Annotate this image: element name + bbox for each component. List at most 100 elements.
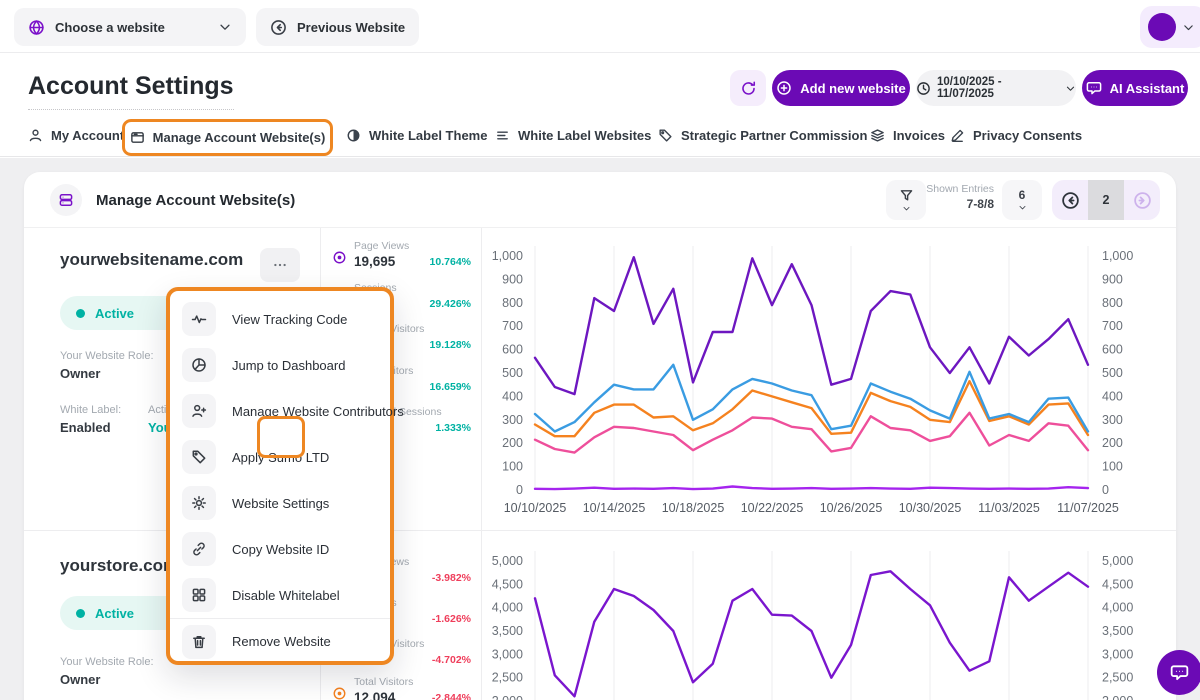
svg-text:4,000: 4,000 xyxy=(492,601,523,615)
next-page-button[interactable] xyxy=(1124,180,1160,220)
target-icon xyxy=(332,250,347,265)
menu-item-label: Copy Website ID xyxy=(232,542,329,557)
svg-text:10/22/2025: 10/22/2025 xyxy=(741,501,804,515)
svg-text:3,500: 3,500 xyxy=(492,624,523,638)
tab-label: Strategic Partner Commission xyxy=(681,128,867,143)
svg-text:4,000: 4,000 xyxy=(1102,601,1133,615)
svg-text:0: 0 xyxy=(516,483,523,497)
previous-website-label: Previous Website xyxy=(297,20,405,35)
pie-icon xyxy=(182,348,216,382)
svg-text:200: 200 xyxy=(502,436,523,450)
shown-entries-label: Shown Entries xyxy=(904,183,994,195)
svg-text:200: 200 xyxy=(1102,436,1123,450)
stat-value: 19,695 xyxy=(354,254,395,269)
refresh-icon xyxy=(740,80,757,97)
chat-fab-button[interactable] xyxy=(1157,650,1200,695)
svg-text:1,000: 1,000 xyxy=(1102,249,1133,263)
person-icon xyxy=(28,128,43,143)
choose-website-label: Choose a website xyxy=(55,20,165,35)
tab-my-account[interactable]: My Account xyxy=(28,128,124,143)
tab-privacy-consents[interactable]: Privacy Consents xyxy=(950,128,1082,143)
refresh-button[interactable] xyxy=(730,70,766,106)
ai-assistant-button[interactable]: AI Assistant xyxy=(1082,70,1188,106)
tab-label: White Label Websites xyxy=(518,128,651,143)
layers-icon xyxy=(870,128,885,143)
page-size-value: 6 xyxy=(1019,188,1026,202)
stat-percent: 1.333% xyxy=(435,422,471,434)
chevron-down-icon xyxy=(218,20,232,34)
plus-circle-icon xyxy=(776,80,792,96)
page-title: Account Settings xyxy=(28,72,234,110)
menu-item-apply-sumo-ltd[interactable]: Apply Sumo LTD xyxy=(170,434,390,480)
tab-white-label-theme[interactable]: White Label Theme xyxy=(346,128,487,143)
lines-icon xyxy=(495,128,510,143)
role-label: Your Website Role: xyxy=(60,656,154,668)
stat-percent: -3.982% xyxy=(432,572,471,584)
menu-item-remove-website[interactable]: Remove Website xyxy=(170,618,390,664)
person-plus-icon xyxy=(182,394,216,428)
svg-text:800: 800 xyxy=(502,296,523,310)
svg-text:300: 300 xyxy=(1102,413,1123,427)
add-new-website-label: Add new website xyxy=(800,81,905,96)
svg-text:3,000: 3,000 xyxy=(492,647,523,661)
chevron-down-icon xyxy=(1065,83,1076,94)
pulse-icon xyxy=(182,302,216,336)
svg-text:5,000: 5,000 xyxy=(1102,554,1133,568)
svg-text:700: 700 xyxy=(1102,319,1123,333)
grid-icon xyxy=(182,578,216,612)
menu-item-label: Apply Sumo LTD xyxy=(232,450,329,465)
website-actions-button[interactable] xyxy=(260,248,300,282)
status-label: Active xyxy=(95,306,134,321)
svg-text:10/30/2025: 10/30/2025 xyxy=(899,501,962,515)
choose-website-dropdown[interactable]: Choose a website xyxy=(14,8,246,46)
menu-item-copy-website-id[interactable]: Copy Website ID xyxy=(170,526,390,572)
menu-item-website-settings[interactable]: Website Settings xyxy=(170,480,390,526)
app-screen: Choose a website Previous Website Accoun… xyxy=(0,0,1200,700)
menu-item-view-tracking-code[interactable]: View Tracking Code xyxy=(170,296,390,342)
date-range-picker[interactable]: 10/10/2025 - 11/07/2025 xyxy=(916,70,1076,106)
svg-text:5,000: 5,000 xyxy=(492,554,523,568)
svg-text:2,500: 2,500 xyxy=(1102,671,1133,685)
add-new-website-button[interactable]: Add new website xyxy=(772,70,910,106)
svg-text:400: 400 xyxy=(502,389,523,403)
svg-text:10/18/2025: 10/18/2025 xyxy=(662,501,725,515)
arrow-right-circle-icon xyxy=(1133,191,1152,210)
stat-percent: -2.844% xyxy=(432,692,471,700)
svg-text:2,000: 2,000 xyxy=(1102,694,1133,700)
svg-text:11/03/2025: 11/03/2025 xyxy=(978,501,1040,515)
svg-text:2,500: 2,500 xyxy=(492,671,523,685)
menu-item-manage-website-contributors[interactable]: Manage Website Contributors xyxy=(170,388,390,434)
gear-icon xyxy=(182,486,216,520)
user-menu[interactable] xyxy=(1140,6,1200,48)
stat-percent: 10.764% xyxy=(430,256,471,268)
menu-item-jump-to-dashboard[interactable]: Jump to Dashboard xyxy=(170,342,390,388)
tag-icon xyxy=(182,440,216,474)
svg-text:4,500: 4,500 xyxy=(492,577,523,591)
tab-label: White Label Theme xyxy=(369,128,487,143)
svg-text:600: 600 xyxy=(1102,343,1123,357)
tab-manage-account-websites[interactable]: Manage Account Website(s) xyxy=(122,119,333,156)
white-label-label: White Label: xyxy=(60,404,121,416)
tab-label: Invoices xyxy=(893,128,945,143)
page-size-select[interactable]: 6 xyxy=(1002,180,1042,220)
stat-percent: 19.128% xyxy=(430,339,471,351)
role-label: Your Website Role: xyxy=(60,350,154,362)
menu-item-disable-whitelabel[interactable]: Disable Whitelabel xyxy=(170,572,390,618)
tab-invoices[interactable]: Invoices xyxy=(870,128,945,143)
panel-title: Manage Account Website(s) xyxy=(96,192,295,209)
stat-percent: -4.702% xyxy=(432,654,471,666)
svg-text:100: 100 xyxy=(502,460,523,474)
link-icon xyxy=(182,532,216,566)
tab-white-label-websites[interactable]: White Label Websites xyxy=(495,128,651,143)
prev-page-button[interactable] xyxy=(1052,180,1088,220)
chevron-down-icon xyxy=(1018,203,1027,212)
stat-percent: 29.426% xyxy=(430,298,471,310)
tab-strategic-partner-commission[interactable]: Strategic Partner Commission xyxy=(658,128,867,143)
white-label-value: Enabled xyxy=(60,420,111,435)
svg-text:3,000: 3,000 xyxy=(1102,647,1133,661)
browser-icon xyxy=(130,130,145,145)
svg-text:10/14/2025: 10/14/2025 xyxy=(583,501,646,515)
database-icon xyxy=(50,184,82,216)
svg-text:10/26/2025: 10/26/2025 xyxy=(820,501,883,515)
previous-website-button[interactable]: Previous Website xyxy=(256,8,419,46)
